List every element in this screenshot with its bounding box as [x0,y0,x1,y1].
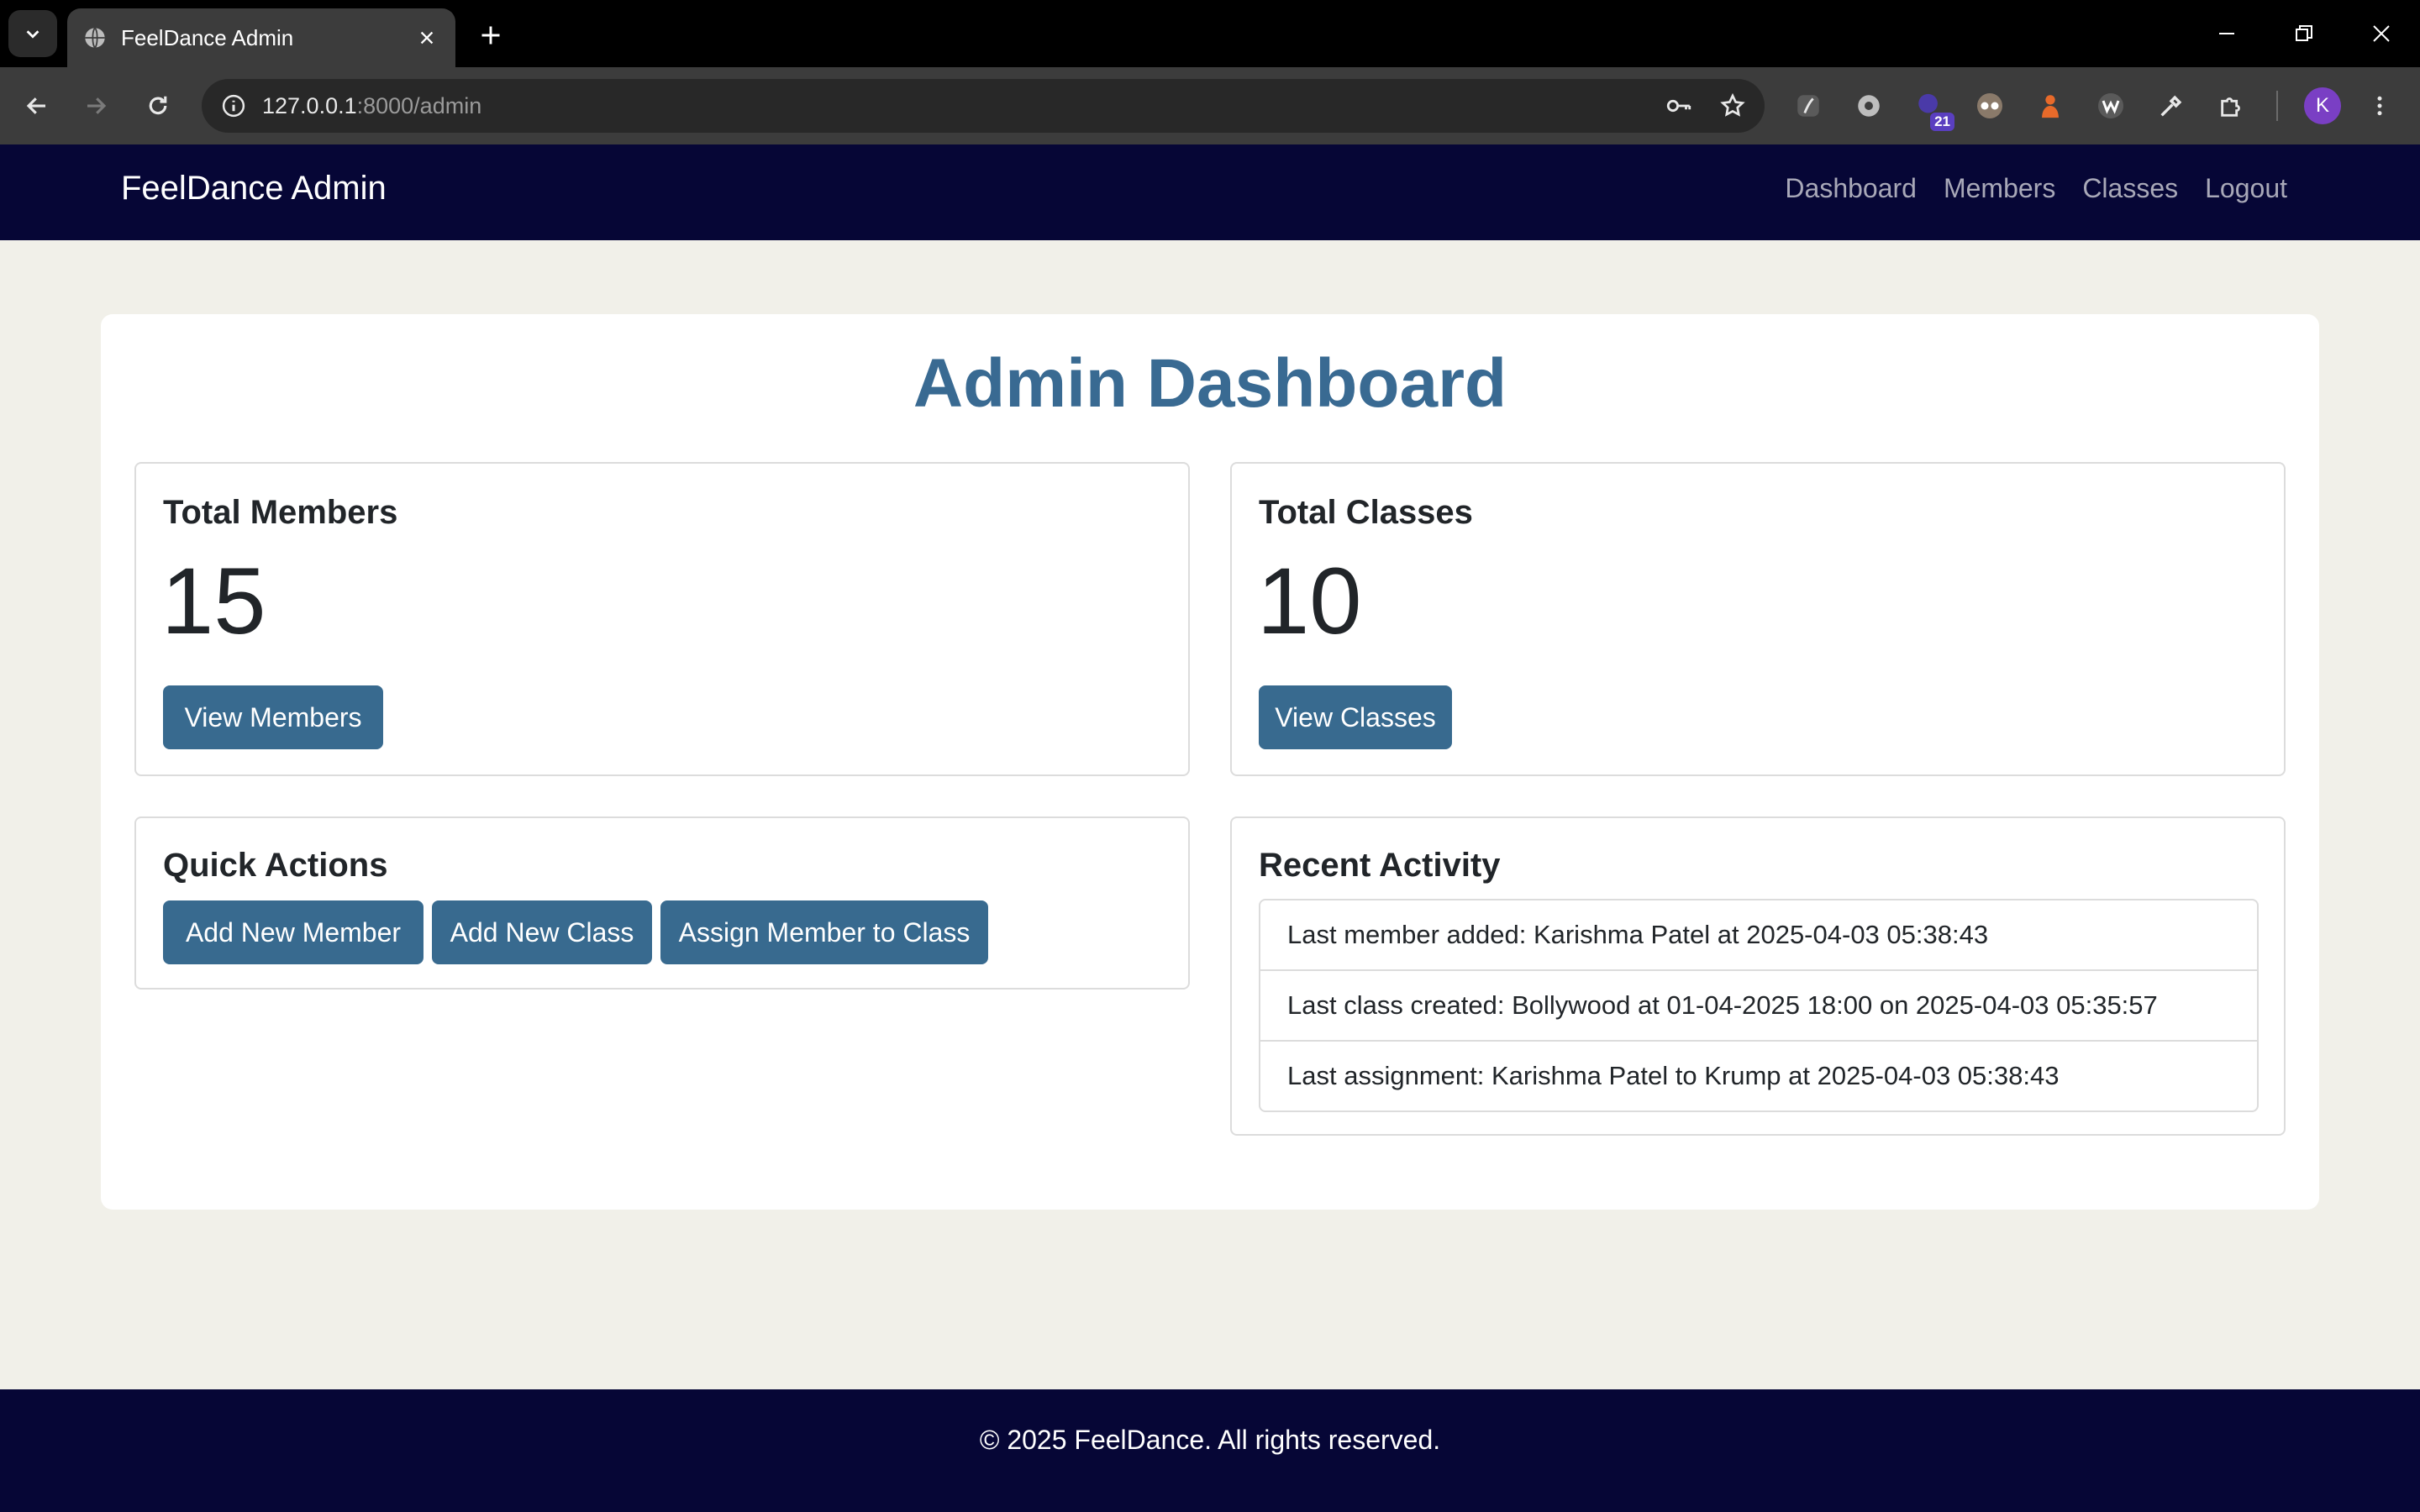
total-members-title: Total Members [163,494,398,531]
plus-icon [481,26,500,45]
copyright-text: © 2025 FeelDance. All rights reserved. [979,1425,1441,1455]
browser-menu-icon[interactable] [2361,87,2398,124]
total-classes-count: 10 [1257,549,1362,654]
extension-glasses-icon[interactable] [1971,87,2008,124]
eyedropper-icon[interactable] [2153,87,2190,124]
nav-link-logout[interactable]: Logout [2205,173,2287,204]
extension-feather-icon[interactable] [1790,87,1827,124]
close-window-button[interactable] [2360,12,2403,55]
total-classes-card: Total Classes 10 View Classes [1230,462,2286,776]
recent-activity-list: Last member added: Karishma Patel at 202… [1259,899,2259,1112]
site-navbar: FeelDance Admin Dashboard Members Classe… [0,144,2420,240]
new-tab-button[interactable] [471,15,511,55]
browser-tab[interactable]: FeelDance Admin [67,8,455,67]
toolbar-divider [2276,91,2278,121]
dashboard-container: Admin Dashboard Total Members 15 View Me… [101,314,2319,1210]
address-bar[interactable]: 127.0.0.1:8000/admin [202,79,1765,133]
site-info-icon[interactable] [215,87,252,124]
minimize-icon [2219,33,2234,34]
add-new-class-button[interactable]: Add New Class [432,900,652,964]
extension-figure-icon[interactable] [2032,87,2069,124]
view-classes-button[interactable]: View Classes [1259,685,1452,749]
extensions-puzzle-icon[interactable] [2213,87,2250,124]
activity-item-assignment: Last assignment: Karishma Patel to Krump… [1287,1061,2060,1090]
reload-button[interactable] [136,84,180,128]
close-tab-icon[interactable] [410,21,444,55]
profile-avatar[interactable]: K [2304,87,2341,124]
activity-item-class: Last class created: Bollywood at 01-04-2… [1260,971,2257,1042]
assign-member-to-class-button[interactable]: Assign Member to Class [660,900,988,964]
arrow-left-icon [26,97,45,114]
chevron-down-icon [26,30,39,39]
total-classes-title: Total Classes [1259,494,1473,531]
nav-link-members[interactable]: Members [1944,173,2055,204]
view-members-button[interactable]: View Members [163,685,383,749]
add-new-member-button[interactable]: Add New Member [163,900,424,964]
globe-icon [82,25,108,50]
extension-count-badge: 21 [1930,113,1954,131]
arrow-right-icon [87,97,107,114]
restore-icon [2296,25,2312,41]
bookmark-star-icon[interactable] [1711,84,1754,128]
nav-link-classes[interactable]: Classes [2082,173,2178,204]
browser-tab-bar: FeelDance Admin [0,0,2420,67]
extension-w-icon[interactable] [2092,87,2129,124]
password-key-icon[interactable] [1657,84,1701,128]
extension-gear-icon[interactable] [1850,87,1887,124]
minimize-button[interactable] [2205,12,2249,55]
site-footer: © 2025 FeelDance. All rights reserved. [0,1389,2420,1512]
activity-item-member: Last member added: Karishma Patel at 202… [1260,900,2257,971]
recent-activity-title: Recent Activity [1259,847,1501,884]
close-icon [2373,25,2390,42]
nav-link-dashboard[interactable]: Dashboard [1785,173,1917,204]
forward-button[interactable] [74,84,118,128]
restore-button[interactable] [2282,12,2326,55]
recent-activity-card: Recent Activity Last member added: Karis… [1230,816,2286,1136]
tab-title: FeelDance Admin [121,24,294,50]
total-members-count: 15 [161,549,266,654]
reload-icon [149,96,167,115]
quick-actions-card: Quick Actions Add New Member Add New Cla… [134,816,1190,990]
back-button[interactable] [15,84,59,128]
total-members-card: Total Members 15 View Members [134,462,1190,776]
url-path: :8000/admin [356,92,482,118]
url-text[interactable]: 127.0.0.1:8000/admin [262,93,1657,119]
brand-logo-text[interactable]: FeelDance Admin [121,170,387,207]
page-title: Admin Dashboard [913,345,1507,422]
tab-search-button[interactable] [8,10,57,57]
quick-actions-title: Quick Actions [163,847,388,884]
nav-links: Dashboard Members Classes Logout [1785,173,2287,204]
extension-badge-icon[interactable]: 21 [1911,87,1954,131]
url-host: 127.0.0.1 [262,92,357,118]
